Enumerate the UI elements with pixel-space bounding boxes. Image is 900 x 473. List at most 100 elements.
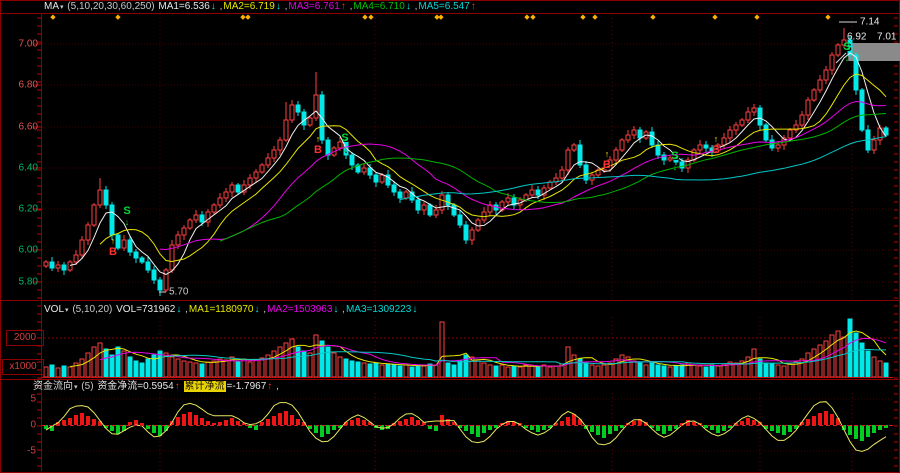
chevron-down-icon[interactable]: ▾ <box>60 4 64 11</box>
candle <box>326 140 330 155</box>
volume-bar <box>110 355 114 377</box>
recent-high2-label: 7.01 <box>877 32 896 43</box>
candle <box>62 265 66 270</box>
flow-bar-positive <box>62 420 66 425</box>
candle <box>218 198 222 205</box>
flow-bar-negative <box>476 425 480 437</box>
candle <box>620 140 624 150</box>
volume-bar <box>272 351 276 377</box>
candle <box>440 195 444 210</box>
candle <box>188 220 192 228</box>
event-diamond-icon: ◆ <box>362 13 367 21</box>
flow-bar-negative <box>782 425 786 435</box>
event-diamond-icon: ◆ <box>650 13 655 21</box>
separator: , <box>261 304 267 315</box>
volume-bar <box>656 365 660 377</box>
flow-bar-negative <box>716 425 720 433</box>
fundflow-indicator-name[interactable]: 资金流向 <box>33 381 73 392</box>
volume-bar <box>872 357 876 377</box>
separator: , <box>282 1 288 12</box>
separator: , <box>182 304 188 315</box>
fundflow-indicator-header: 资金流向▾ (5) 资金净流=0.5954↑ 累计净流=-1.7967↑ , <box>33 381 280 393</box>
flow-bar-negative <box>872 425 876 433</box>
flow-bar-positive <box>812 416 816 425</box>
indicator-value: MA3=1309223 <box>346 304 411 315</box>
volume-bar <box>680 365 684 377</box>
volume-indicator-name[interactable]: VOL <box>44 304 64 315</box>
flow-bar-positive <box>140 423 144 425</box>
candle <box>860 90 864 130</box>
volume-bar <box>50 365 54 377</box>
indicator-name[interactable]: MA <box>44 1 59 12</box>
event-diamond-icon: ◆ <box>50 13 55 21</box>
flow-bar-positive <box>224 420 228 425</box>
volume-bar <box>860 343 864 377</box>
volume-bar <box>776 365 780 377</box>
volume-bar <box>200 364 204 377</box>
volume-bar <box>674 366 678 377</box>
volume-bar <box>284 343 288 377</box>
flow-bar-positive <box>194 415 198 425</box>
volume-bar <box>884 363 888 377</box>
candle <box>428 205 432 215</box>
buy-arrow-icon: ↑ <box>111 236 116 246</box>
chevron-down-icon[interactable]: ▾ <box>65 307 69 314</box>
event-diamond-icon: ◆ <box>712 13 717 21</box>
volume-bar <box>338 357 342 377</box>
volume-bar <box>608 363 612 377</box>
flow-bar-negative <box>854 425 858 439</box>
flow-bar-positive <box>260 422 264 425</box>
candle <box>656 145 660 155</box>
volume-indicator-params: (5,10,20) <box>72 304 112 315</box>
volume-bar <box>392 365 396 377</box>
volume-bar <box>404 365 408 377</box>
buy-signal-marker: B <box>603 159 611 171</box>
flow-bar-positive <box>188 412 192 425</box>
volume-bar <box>506 367 510 377</box>
candle <box>74 255 78 262</box>
candle <box>98 190 102 205</box>
flow-bar-positive <box>74 415 78 425</box>
volume-bar <box>494 366 498 377</box>
volume-indicator-header: VOL▾ (5,10,20) VOL=731962↓ ,MA1=1180970↓… <box>44 304 419 316</box>
ma-line-20 <box>160 102 886 250</box>
candle <box>752 108 756 112</box>
separator: , <box>347 1 353 12</box>
flow-bar-positive <box>182 414 186 425</box>
flow-bar-negative <box>326 425 330 434</box>
flow-bar-positive <box>296 419 300 425</box>
chart-canvas[interactable] <box>0 0 900 473</box>
candle <box>824 70 828 80</box>
candle <box>110 205 114 235</box>
flow-bar-negative <box>866 425 870 437</box>
sell-arrow-icon: ↓ <box>845 53 850 63</box>
flow-bar-positive <box>218 422 222 425</box>
flow-bar-positive <box>356 418 360 425</box>
indicator-value: MA5=6.547 <box>418 1 469 12</box>
volume-bar <box>518 367 522 377</box>
volume-bar <box>878 361 882 377</box>
flow-bar-negative <box>590 425 594 432</box>
candle <box>122 240 126 248</box>
candle <box>230 185 234 192</box>
flow-bar-positive <box>416 420 420 425</box>
candle <box>212 205 216 212</box>
sell-signal-marker: S <box>341 132 348 144</box>
price-axis-label: 5.80 <box>2 277 38 288</box>
volume-bar <box>302 351 306 377</box>
candle <box>464 225 468 240</box>
flow-bar-negative <box>608 425 612 434</box>
volume-bar <box>572 355 576 377</box>
buy-arrow-icon: ↑ <box>605 149 610 159</box>
volume-bar <box>842 337 846 377</box>
candle <box>308 118 312 125</box>
flow-axis-label: -5 <box>14 446 36 457</box>
candle <box>362 168 366 172</box>
flow-bar-positive <box>128 422 132 425</box>
up-arrow-icon: ↑ <box>267 381 272 392</box>
candle <box>254 172 258 178</box>
candle <box>128 240 132 252</box>
indicator-value: MA1=1180970 <box>189 304 254 315</box>
volume-bar <box>290 339 294 377</box>
chevron-down-icon[interactable]: ▾ <box>74 384 78 391</box>
